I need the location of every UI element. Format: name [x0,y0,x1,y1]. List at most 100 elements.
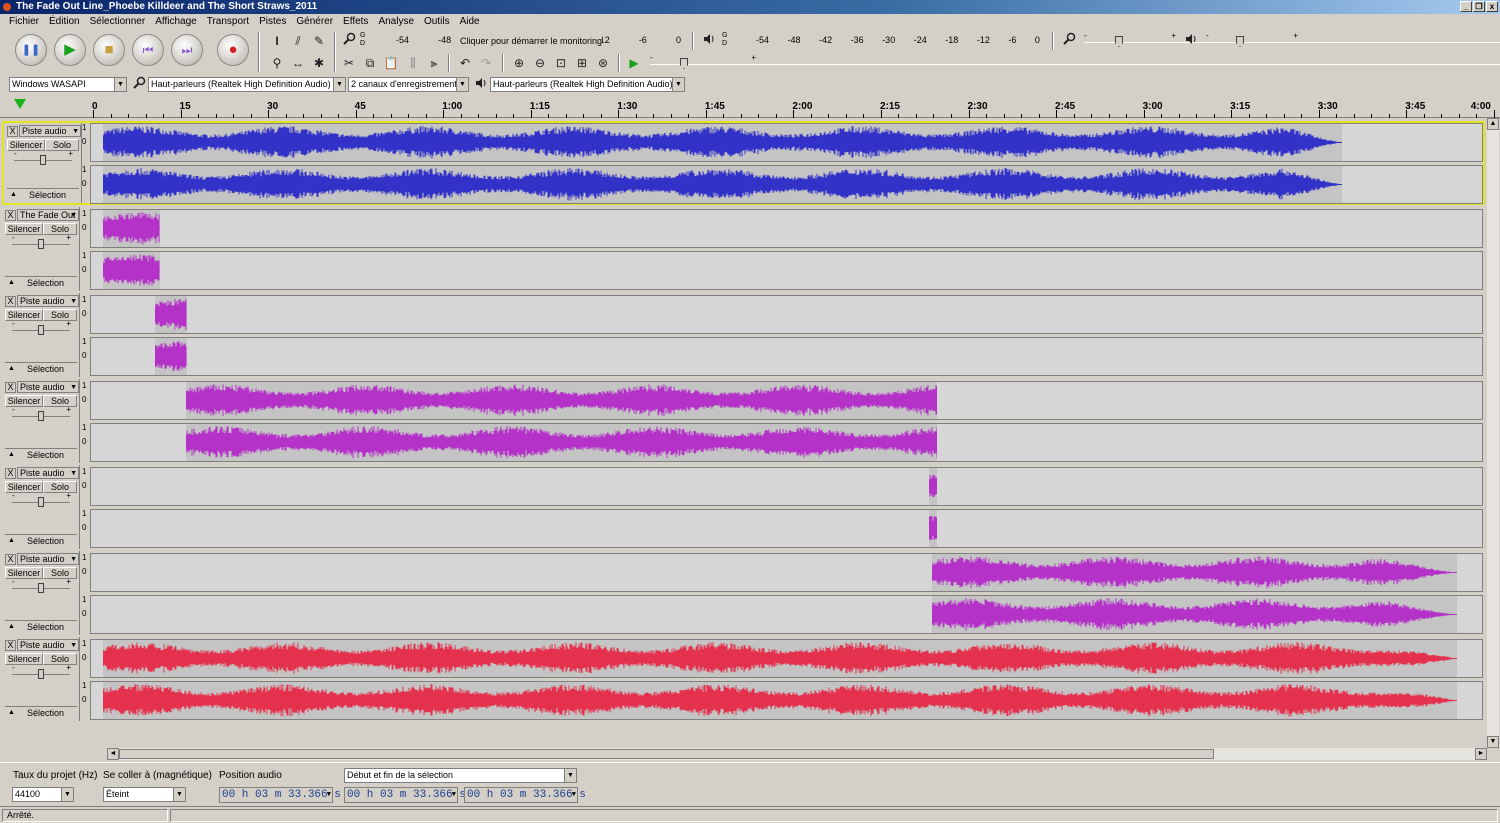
track-name-menu[interactable]: Piste audio [17,295,79,307]
vertical-scrollbar[interactable]: ▲ ▼ [1487,118,1499,748]
redo-icon[interactable]: ↷ [477,54,495,72]
track-name-menu[interactable]: Piste audio [17,467,79,479]
audio-clip[interactable] [102,166,1342,203]
output-volume-thumb[interactable] [1236,36,1244,47]
zoom-toggle-icon[interactable]: ⊛ [594,54,612,72]
track-select-button[interactable]: ▲ Sélection [7,188,79,200]
track-name-menu[interactable]: Piste audio [19,125,81,137]
channel-waveform-area[interactable] [90,381,1483,420]
menu-aide[interactable]: Aide [455,14,485,30]
menu-selectionner[interactable]: Sélectionner [85,14,151,30]
menu-analyse[interactable]: Analyse [373,14,419,30]
cut-icon[interactable]: ✂ [340,54,358,72]
solo-button[interactable]: Solo [43,395,77,407]
scroll-down-icon[interactable]: ▼ [1487,736,1499,748]
playback-meter[interactable]: GD -54 -48 -42 -36 -30 -24 -18 -12 -6 0 [722,32,1044,50]
channel-waveform-area[interactable] [90,423,1483,462]
channel-waveform-area[interactable] [90,295,1483,334]
trim-icon[interactable]: ⫼ [404,54,422,72]
gain-thumb[interactable] [38,239,44,249]
audio-clip[interactable] [102,252,160,289]
fit-selection-icon[interactable]: ⊡ [552,54,570,72]
track-control-panel[interactable]: X Piste audio Silencer Solo - + ▲ Sélecti… [2,379,80,463]
stop-button[interactable]: ■ [93,34,125,66]
audio-clip[interactable] [931,554,1457,591]
fit-project-icon[interactable]: ⊞ [573,54,591,72]
channel-waveform-area[interactable] [90,337,1483,376]
mute-button[interactable]: Silencer [5,567,43,579]
audio-clip[interactable] [155,338,188,375]
envelope-tool-icon[interactable]: ⫽ [289,32,307,50]
recording-device-select[interactable]: Haut-parleurs (Realtek High Definition A… [148,77,346,92]
close-track-icon[interactable]: X [5,640,16,651]
mute-button[interactable]: Silencer [5,481,43,493]
input-volume-thumb[interactable] [1115,36,1123,47]
timeshift-tool-icon[interactable]: ↔ [289,54,307,72]
solo-button[interactable]: Solo [45,139,79,151]
play-speed-slider[interactable]: - + [646,53,1500,72]
close-track-icon[interactable]: X [5,468,16,479]
track-select-button[interactable]: ▲ Sélection [5,620,77,632]
audio-clip[interactable] [102,640,1457,677]
channel-waveform-area[interactable] [90,553,1483,592]
track-control-panel[interactable]: X Piste audio Silencer Solo - + ▲ Sélecti… [2,551,80,635]
gain-thumb[interactable] [38,325,44,335]
scroll-up-icon[interactable]: ▲ [1487,118,1499,130]
audio-clip[interactable] [185,424,938,461]
track-gain-slider[interactable]: - + [8,149,78,167]
solo-button[interactable]: Solo [43,567,77,579]
mute-button[interactable]: Silencer [5,395,43,407]
audio-clip[interactable] [928,468,938,505]
start-monitoring-text[interactable]: Cliquer pour démarrer le monitoring [460,36,603,46]
channel-waveform-area[interactable] [90,209,1483,248]
gain-thumb[interactable] [38,411,44,421]
timeline-ruler[interactable]: 0 15 30 45 1:00 1:15 1:30 1:45 2:00 2:15 2:30 2:45 3… [0,96,1500,118]
menu-effets[interactable]: Effets [338,14,373,30]
audio-clip[interactable] [931,596,1457,633]
draw-tool-icon[interactable]: ✎ [310,32,328,50]
solo-button[interactable]: Solo [43,653,77,665]
copy-icon[interactable]: ⧉ [361,54,379,72]
solo-button[interactable]: Solo [43,223,77,235]
selection-start-time[interactable]: 00 h 03 m 33.366 s ▼ [344,787,466,803]
track-name-menu[interactable]: Piste audio [17,381,79,393]
track-select-button[interactable]: ▲ Sélection [5,534,77,546]
channel-waveform-area[interactable] [90,251,1483,290]
track-control-panel[interactable]: X The Fade Out Line_Phoebe Killdeer and … [2,207,80,291]
track-name-menu[interactable]: Piste audio [17,639,79,651]
track-gain-slider[interactable]: - + [6,491,76,509]
output-volume-slider[interactable]: - + [1202,31,1500,50]
close-track-icon[interactable]: X [5,296,16,307]
channel-waveform-area[interactable] [90,681,1483,720]
track-name-menu[interactable]: Piste audio [17,553,79,565]
close-track-icon[interactable]: X [5,382,16,393]
play-at-speed-icon[interactable]: ▶ [625,54,643,72]
pause-button[interactable]: ❚❚ [15,34,47,66]
play-head-icon[interactable] [14,99,26,109]
menu-fichier[interactable]: Fichier [4,14,44,30]
track-gain-slider[interactable]: - + [6,319,76,337]
audio-host-select[interactable]: Windows WASAPI ▼ [9,77,127,92]
restore-button[interactable]: ❐ [1473,1,1485,12]
audio-position-time[interactable]: 00 h 03 m 33.366 s ▼ [219,787,341,803]
audio-clip[interactable] [928,510,938,547]
gain-thumb[interactable] [38,583,44,593]
solo-button[interactable]: Solo [43,309,77,321]
mute-button[interactable]: Silencer [7,139,45,151]
gain-thumb[interactable] [40,155,46,165]
mute-button[interactable]: Silencer [5,309,43,321]
menu-generer[interactable]: Générer [291,14,338,30]
mute-button[interactable]: Silencer [5,653,43,665]
record-button[interactable]: ● [217,34,249,66]
track-select-button[interactable]: ▲ Sélection [5,706,77,718]
skip-to-end-button[interactable]: ⏭ [171,34,203,66]
channel-waveform-area[interactable] [90,165,1483,204]
play-button[interactable]: ▶ [54,34,86,66]
scroll-right-icon[interactable]: ► [1475,748,1487,760]
channel-waveform-area[interactable] [90,509,1483,548]
audio-clip[interactable] [102,210,160,247]
menu-pistes[interactable]: Pistes [254,14,291,30]
audio-clip[interactable] [155,296,188,333]
horizontal-scrollbar[interactable]: ◄ ► [107,748,1487,760]
selection-mode-select[interactable]: Début et fin de la sélection ▼ [344,768,577,783]
